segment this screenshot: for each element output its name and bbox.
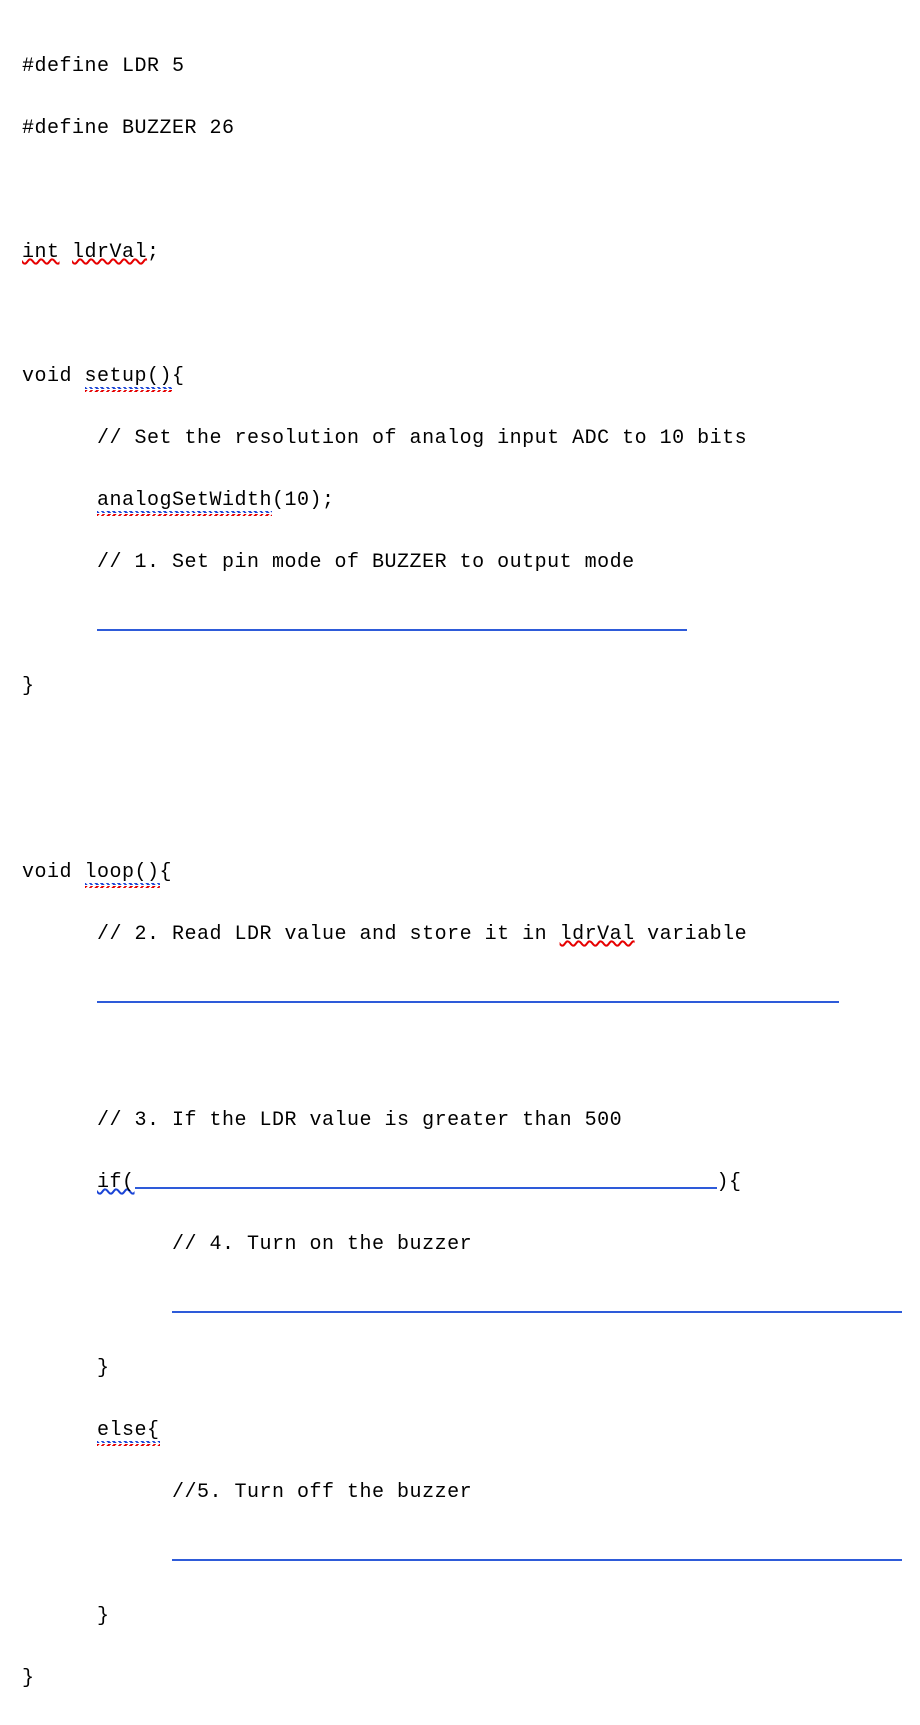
code-line: else{ — [22, 1415, 898, 1446]
blank-line — [22, 299, 898, 330]
indent — [22, 489, 97, 512]
code-line: void setup(){ — [22, 361, 898, 392]
comment-line: // 3. If the LDR value is greater than 5… — [22, 1105, 898, 1136]
setup-ident: setup() — [85, 365, 173, 392]
brace: ){ — [717, 1171, 742, 1194]
comment-line: // 2. Read LDR value and store it in ldr… — [22, 919, 898, 950]
indent — [22, 1419, 97, 1442]
if-keyword: if( — [97, 1171, 135, 1194]
indent — [22, 1171, 97, 1194]
blank-line — [22, 733, 898, 764]
code-line: } — [22, 1601, 898, 1632]
else-keyword: else{ — [97, 1419, 160, 1446]
ldrval-ident: ldrVal — [560, 923, 635, 946]
fill-blank-line — [22, 981, 898, 1012]
semicolon: ; — [147, 241, 160, 264]
blank-line — [22, 1043, 898, 1074]
args: (10); — [272, 489, 335, 512]
code-line: int ldrVal; — [22, 237, 898, 268]
fill-blank-line — [22, 1539, 898, 1570]
indent — [22, 1543, 172, 1566]
indent — [22, 1295, 172, 1318]
comment-line: // 1. Set pin mode of BUZZER to output m… — [22, 547, 898, 578]
comment-part: // 2. Read LDR value and store it in — [22, 923, 560, 946]
comment-part: variable — [635, 923, 748, 946]
fill-blank-line — [22, 1291, 898, 1322]
code-line: void loop(){ — [22, 857, 898, 888]
code-line: #define LDR 5 — [22, 51, 898, 82]
fill-in-blank-3[interactable] — [135, 1167, 717, 1189]
code-line: } — [22, 1663, 898, 1694]
brace: { — [172, 365, 185, 388]
code-line: if( ){ — [22, 1167, 898, 1198]
code-document: #define LDR 5 #define BUZZER 26 int ldrV… — [0, 0, 920, 878]
int-keyword: int — [22, 241, 60, 264]
brace: { — [160, 861, 173, 884]
blank-line — [22, 175, 898, 206]
comment-line: // 4. Turn on the buzzer — [22, 1229, 898, 1260]
loop-ident: loop() — [85, 861, 160, 888]
analogsetwidth-ident: analogSetWidth — [97, 489, 272, 516]
comment-line: // Set the resolution of analog input AD… — [22, 423, 898, 454]
code-line: } — [22, 671, 898, 702]
fill-in-blank-2[interactable] — [97, 981, 839, 1003]
indent — [22, 985, 97, 1008]
fill-in-blank-4[interactable] — [172, 1291, 902, 1313]
fill-blank-line — [22, 609, 898, 640]
void-keyword: void — [22, 365, 85, 388]
code-line: analogSetWidth(10); — [22, 485, 898, 516]
fill-in-blank-5[interactable] — [172, 1539, 902, 1561]
code-line: #define BUZZER 26 — [22, 113, 898, 144]
indent — [22, 613, 97, 636]
fill-in-blank-1[interactable] — [97, 609, 687, 631]
code-line: } — [22, 1353, 898, 1384]
blank-line — [22, 795, 898, 826]
comment-line: //5. Turn off the buzzer — [22, 1477, 898, 1508]
ldrval-ident: ldrVal — [72, 241, 147, 264]
void-keyword: void — [22, 861, 85, 884]
